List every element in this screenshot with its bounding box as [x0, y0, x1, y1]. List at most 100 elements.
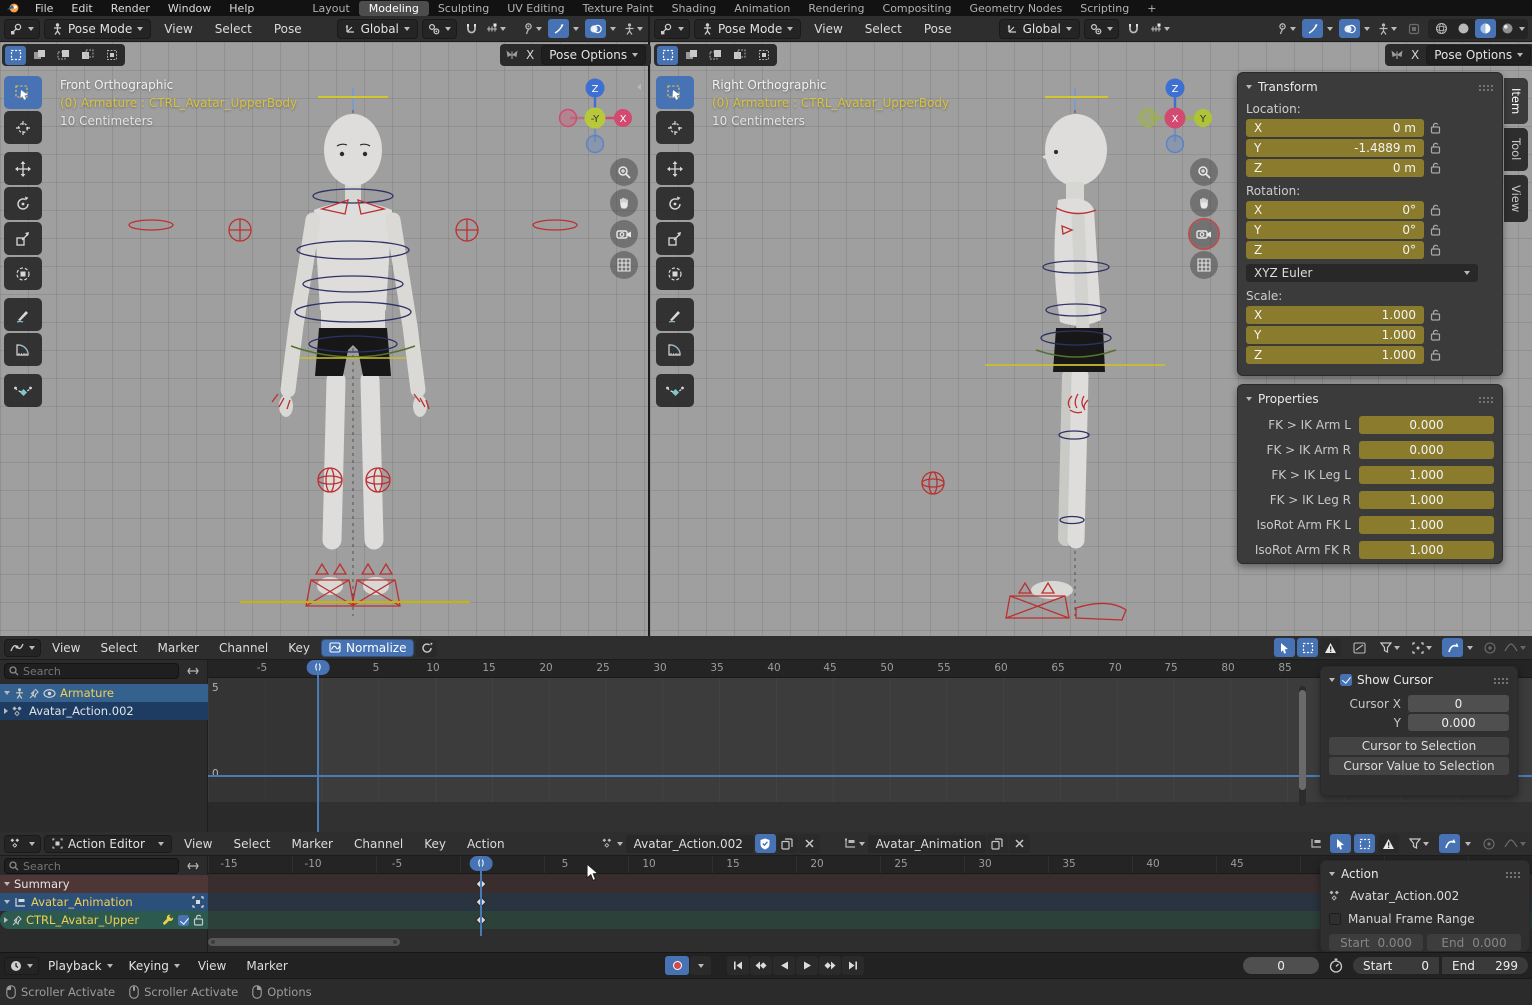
tool-measure[interactable]	[4, 333, 42, 366]
camera-view-button[interactable]	[1190, 220, 1218, 248]
graph-menu-channel[interactable]: Channel	[210, 641, 277, 655]
pan-hand-button[interactable]	[610, 189, 638, 217]
graph-autoframe-dropdown[interactable]	[1410, 638, 1434, 657]
channel-expand-toggle[interactable]	[182, 663, 203, 679]
new-action-button[interactable]	[777, 834, 798, 853]
graph-editor-body[interactable]: -5 0 5 10 15 20 25 30 35 40 45 50 55 60 …	[0, 660, 1532, 832]
jump-to-start-button[interactable]	[727, 956, 749, 975]
tool-move[interactable]	[4, 152, 42, 185]
tab-view[interactable]: View	[1504, 175, 1528, 222]
rotation-y-field[interactable]: Y0°	[1246, 221, 1424, 239]
dope-menu-select[interactable]: Select	[224, 837, 279, 851]
xray-toggle[interactable]	[1403, 19, 1424, 38]
prev-keyframe-button[interactable]	[750, 956, 772, 975]
camera-view-button[interactable]	[610, 220, 638, 248]
mode-selector[interactable]: Pose Mode	[694, 19, 801, 39]
tool-cursor[interactable]	[656, 111, 694, 144]
panel-title[interactable]: Transform	[1258, 80, 1318, 94]
workspace-tab-uv-editing[interactable]: UV Editing	[498, 2, 573, 15]
selected-object-icon[interactable]	[192, 896, 204, 908]
armature-overlay-dropdown[interactable]	[622, 19, 645, 38]
dope-proportional-edit-toggle[interactable]	[1478, 834, 1499, 853]
tool-rotate[interactable]	[4, 187, 42, 220]
jump-to-end-button[interactable]	[842, 956, 864, 975]
frame-end-field[interactable]: End299	[1442, 957, 1528, 974]
snap-settings-dropdown[interactable]	[1148, 19, 1172, 38]
select-mode-intersect-button[interactable]	[753, 46, 774, 65]
scale-x-field[interactable]: X1.000	[1246, 306, 1424, 324]
frame-start-field[interactable]: Start0	[1353, 957, 1439, 974]
navigation-gizmo[interactable]: Z Y X	[1135, 78, 1215, 158]
dope-menu-view[interactable]: View	[175, 837, 221, 851]
shading-solid-button[interactable]	[1453, 19, 1474, 38]
dope-menu-key[interactable]: Key	[415, 837, 455, 851]
lock-icon[interactable]	[1430, 329, 1441, 341]
pivot-point-selector[interactable]	[1084, 19, 1119, 39]
select-mode-new-button[interactable]	[5, 46, 26, 65]
select-mode-extend-button[interactable]	[29, 46, 50, 65]
browse-slot-dropdown[interactable]	[842, 834, 867, 853]
tool-pose-breakdowner[interactable]	[4, 374, 42, 407]
dope-box-select-toggle[interactable]	[1354, 834, 1375, 853]
menu-help[interactable]: Help	[220, 2, 263, 15]
action-name-field[interactable]: Avatar_Action.002	[626, 835, 754, 853]
viewport-menu-select[interactable]: Select	[856, 22, 911, 36]
ortho-grid-toggle-button[interactable]	[610, 251, 638, 279]
channel-expand-toggle[interactable]	[182, 858, 203, 874]
mirror-butterfly-icon[interactable]	[1390, 49, 1404, 61]
manual-frame-range-checkbox[interactable]	[1329, 913, 1341, 925]
panel-drag-grip[interactable]	[1505, 871, 1521, 878]
overlays-toggle[interactable]	[1339, 19, 1360, 38]
action-end-field[interactable]: End0.000	[1427, 934, 1521, 951]
dope-only-errors-toggle[interactable]	[1378, 834, 1399, 853]
pose-options-dropdown[interactable]: Pose Options	[541, 45, 646, 65]
cursor-value-to-selection-button[interactable]: Cursor Value to Selection	[1329, 757, 1509, 775]
tab-item[interactable]: Item	[1504, 78, 1528, 124]
shading-material-button[interactable]	[1475, 19, 1496, 38]
lock-icon[interactable]	[1430, 162, 1441, 174]
menu-window[interactable]: Window	[159, 2, 220, 15]
tab-tool[interactable]: Tool	[1504, 128, 1528, 170]
playback-dropdown[interactable]: Playback	[41, 957, 120, 975]
rotation-z-field[interactable]: Z0°	[1246, 241, 1424, 259]
location-y-field[interactable]: Y-1.4889 m	[1246, 139, 1424, 157]
lock-icon[interactable]	[1430, 122, 1441, 134]
pose-options-dropdown[interactable]: Pose Options	[1426, 45, 1531, 65]
slot-name-field[interactable]: Avatar_Animation	[868, 835, 986, 853]
shading-wireframe-button[interactable]	[1431, 19, 1452, 38]
panel-title[interactable]: Show Cursor	[1357, 673, 1433, 687]
wrench-icon[interactable]	[162, 914, 174, 926]
lock-icon[interactable]	[193, 914, 204, 926]
graph-vertical-scrollbar[interactable]	[1299, 686, 1306, 806]
channel-ctrl-avatar-upper[interactable]: CTRL_Avatar_Upper	[0, 911, 208, 929]
ortho-grid-toggle-button[interactable]	[1190, 251, 1218, 279]
action-start-field[interactable]: Start0.000	[1329, 934, 1423, 951]
channel-action[interactable]: Avatar_Action.002	[0, 702, 208, 720]
mirror-x-toggle[interactable]: X	[526, 48, 534, 62]
fake-user-shield-toggle[interactable]	[755, 834, 776, 853]
show-cursor-checkbox[interactable]	[1340, 674, 1352, 686]
lock-icon[interactable]	[1430, 349, 1441, 361]
unlink-action-button[interactable]	[799, 834, 820, 853]
play-button[interactable]	[796, 956, 818, 975]
viewport-menu-pose[interactable]: Pose	[265, 22, 311, 36]
workspace-tab-compositing[interactable]: Compositing	[874, 2, 961, 15]
cursor-y-field[interactable]: 0.000	[1408, 714, 1509, 731]
viewport-gizmos-dropdown[interactable]	[1275, 19, 1298, 38]
dope-cursor-tool-toggle[interactable]	[1330, 834, 1351, 853]
lock-icon[interactable]	[1430, 142, 1441, 154]
graph-box-select-toggle[interactable]	[1297, 638, 1318, 657]
character-front-view[interactable]	[118, 88, 588, 628]
keying-dropdown[interactable]: Keying	[122, 957, 187, 975]
lock-icon[interactable]	[1430, 309, 1441, 321]
menu-file[interactable]: File	[26, 2, 62, 15]
lock-icon[interactable]	[1430, 244, 1441, 256]
scale-z-field[interactable]: Z1.000	[1246, 346, 1424, 364]
cursor-x-field[interactable]: 0	[1408, 695, 1509, 712]
graph-filter-dropdown[interactable]	[1378, 638, 1402, 657]
prop-slider[interactable]: 1.000	[1359, 516, 1494, 534]
dope-horizontal-scrollbar[interactable]	[208, 938, 400, 946]
mode-selector[interactable]: Pose Mode	[44, 19, 151, 39]
dope-filter-dropdown[interactable]	[1407, 834, 1431, 853]
tool-move[interactable]	[656, 152, 694, 185]
